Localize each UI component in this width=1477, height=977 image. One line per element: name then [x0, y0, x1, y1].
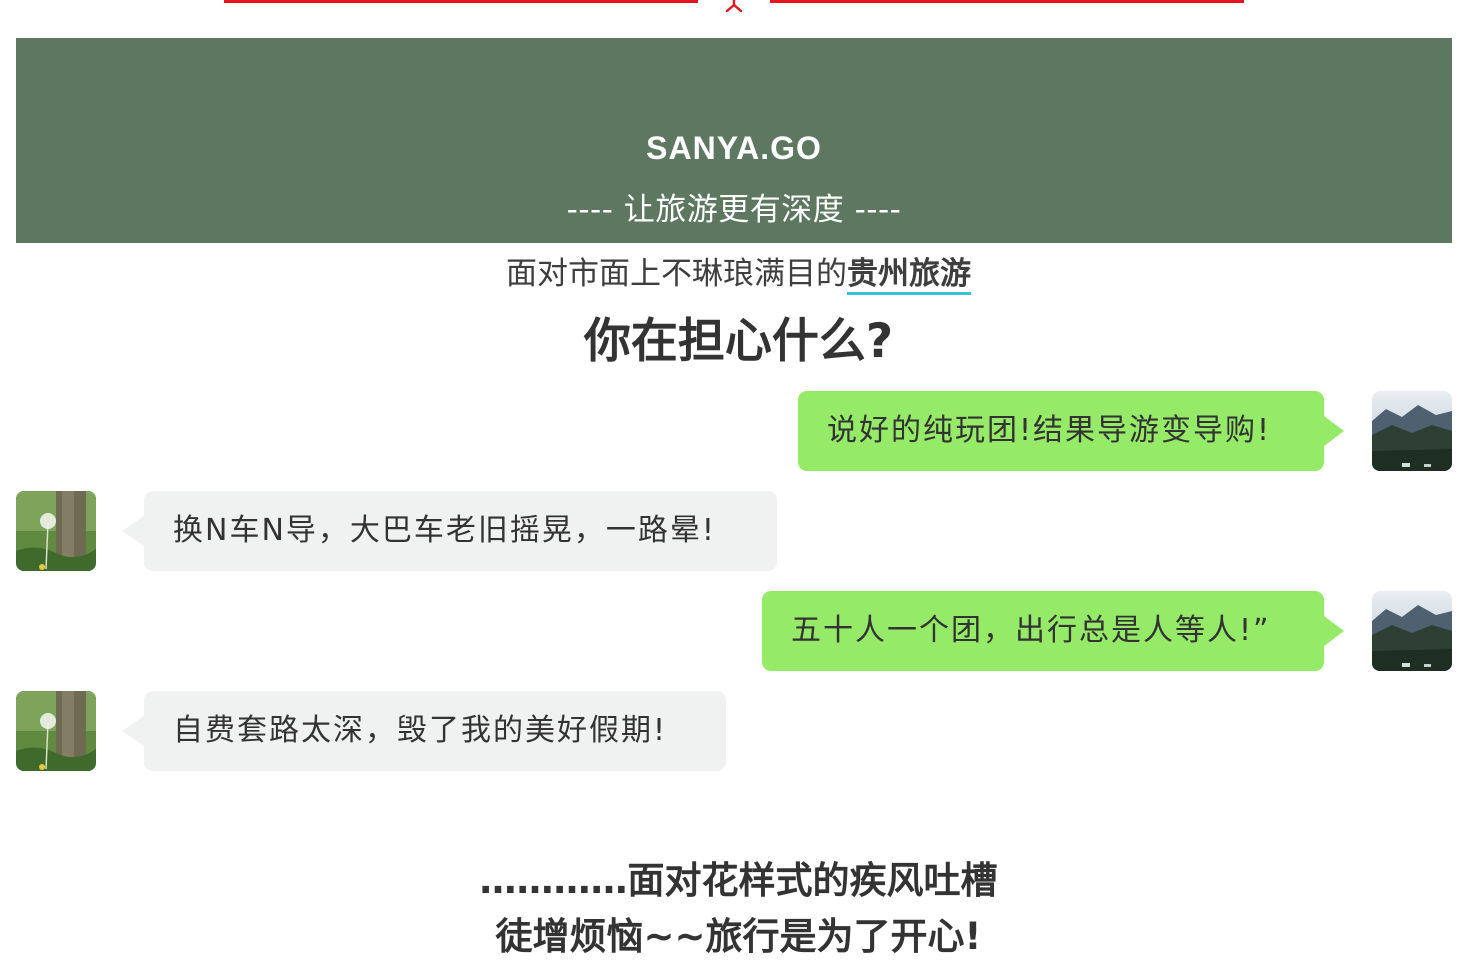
- chat-bubble-1: 说好的纯玩团!结果导游变导购!: [798, 391, 1344, 471]
- page: SANYA.GO ---- 让旅游更有深度 ---- 面对市面上不琳琅满目的贵州…: [0, 0, 1477, 977]
- dandelion-avatar-icon: [16, 691, 96, 771]
- top-divider: [0, 0, 1477, 14]
- chat-bubble-2: 换N车N导，大巴车老旧摇晃，一路晕!: [122, 491, 777, 571]
- chat-bubble-4: 自费套路太深，毁了我的美好假期!: [122, 691, 726, 771]
- brand-name: SANYA.GO: [646, 130, 822, 166]
- chat-bubble-3: 五十人一个团，出行总是人等人!”: [762, 591, 1344, 671]
- outro-line-1: …………面对花样式的疾风吐槽: [479, 859, 998, 902]
- intro-text: 面对市面上不琳琅满目的贵州旅游: [0, 248, 1477, 295]
- intro-prefix: 面对市面上不琳琅满目的: [506, 256, 847, 292]
- brand-banner: SANYA.GO ---- 让旅游更有深度 ----: [16, 38, 1452, 243]
- dandelion-avatar-icon: [16, 491, 96, 571]
- headline: 你在担心什么?: [583, 314, 894, 369]
- outro-line-2: 徒增烦恼~~旅行是为了开心!: [495, 915, 982, 958]
- intro-highlight: 贵州旅游: [847, 256, 971, 295]
- divider-line-right: [770, 0, 1244, 3]
- mountain-avatar-icon: [1372, 391, 1452, 471]
- mountain-avatar-icon: [1372, 591, 1452, 671]
- flower-ornament-icon: [725, 0, 743, 12]
- divider-line-left: [224, 0, 698, 3]
- brand-slogan: ---- 让旅游更有深度 ----: [566, 192, 902, 228]
